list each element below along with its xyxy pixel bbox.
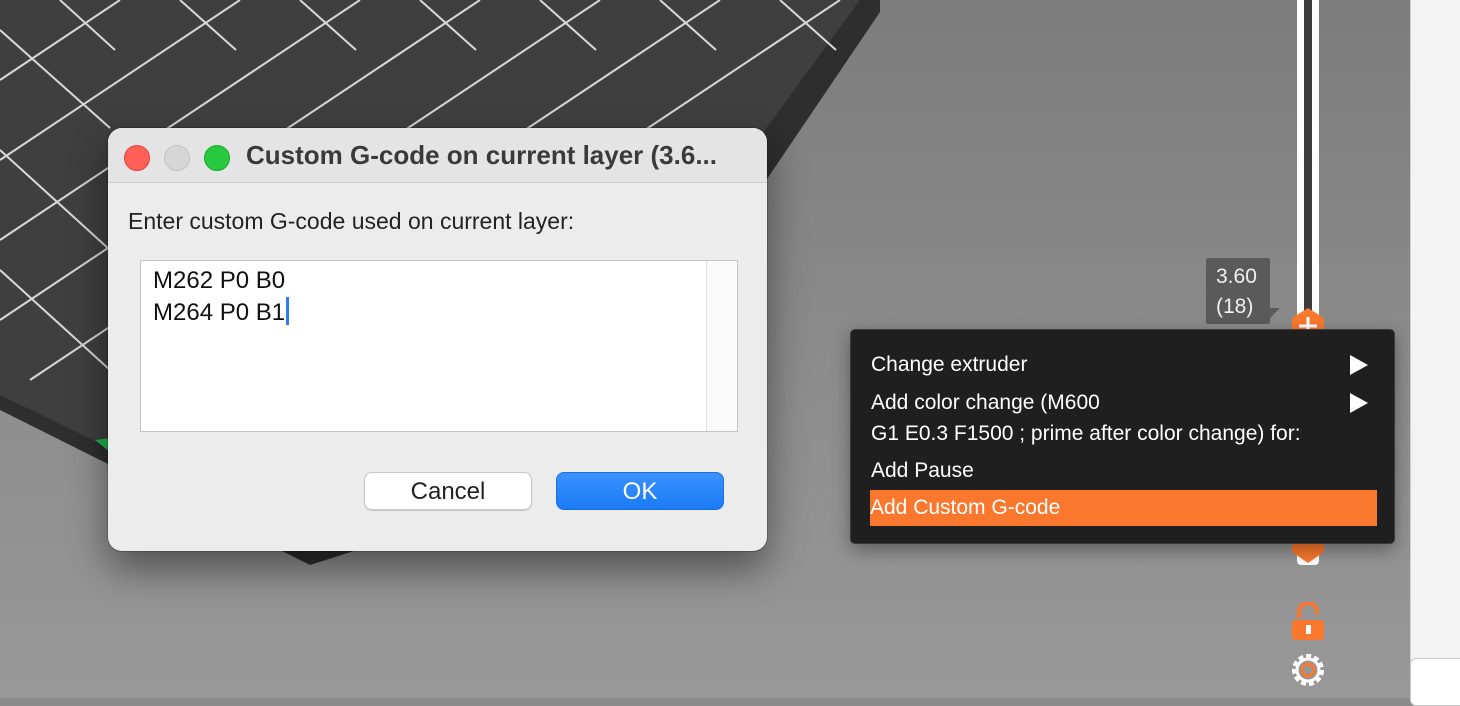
menu-item-add-pause[interactable]: Add Pause	[871, 453, 1376, 489]
sidebar-button[interactable]	[1410, 658, 1460, 706]
layer-height-tooltip: 3.60 (18)	[1206, 258, 1280, 324]
menu-item-add-custom-gcode[interactable]: Add Custom G-code	[870, 490, 1377, 526]
gcode-textarea[interactable]: M262 P0 B0 M264 P0 B1	[140, 260, 738, 432]
zoom-icon[interactable]	[204, 145, 230, 171]
gcode-content[interactable]: M262 P0 B0 M264 P0 B1	[153, 265, 290, 329]
close-icon[interactable]	[124, 145, 150, 171]
menu-item-label: Change extruder	[871, 353, 1028, 376]
layer-context-menu: Change extruder Add color change (M600 G…	[850, 329, 1395, 544]
minimize-icon	[164, 145, 190, 171]
menu-item-color-change-continuation[interactable]: G1 E0.3 F1500 ; prime after color change…	[871, 419, 1376, 449]
custom-gcode-dialog: Custom G-code on current layer (3.6... E…	[108, 128, 767, 551]
cancel-button[interactable]: Cancel	[364, 472, 532, 510]
dialog-titlebar[interactable]: Custom G-code on current layer (3.6...	[108, 128, 767, 183]
submenu-arrow-icon	[1350, 355, 1368, 375]
textarea-scrollbar[interactable]	[706, 261, 737, 431]
dialog-prompt: Enter custom G-code used on current laye…	[128, 208, 575, 234]
gcode-line: M264 P0 B1	[153, 299, 286, 326]
layer-number-value: (18)	[1216, 295, 1254, 318]
right-sidebar	[1410, 0, 1460, 698]
menu-item-label: G1 E0.3 F1500 ; prime after color change…	[871, 422, 1301, 445]
layer-height-value: 3.60	[1216, 265, 1257, 288]
menu-item-label: Add color change (M600	[871, 391, 1100, 414]
cog-icon[interactable]	[1289, 651, 1327, 689]
menu-item-label: Add Pause	[871, 459, 974, 482]
unlock-icon[interactable]	[1289, 602, 1327, 642]
menu-item-add-color-change[interactable]: Add color change (M600	[871, 385, 1376, 421]
dialog-title: Custom G-code on current layer (3.6...	[246, 140, 717, 170]
text-caret	[286, 297, 290, 325]
submenu-arrow-icon	[1350, 393, 1368, 413]
menu-item-label: Add Custom G-code	[870, 496, 1061, 519]
menu-item-change-extruder[interactable]: Change extruder	[871, 347, 1376, 383]
gcode-line: M262 P0 B0	[153, 267, 286, 294]
ok-button[interactable]: OK	[556, 472, 724, 510]
